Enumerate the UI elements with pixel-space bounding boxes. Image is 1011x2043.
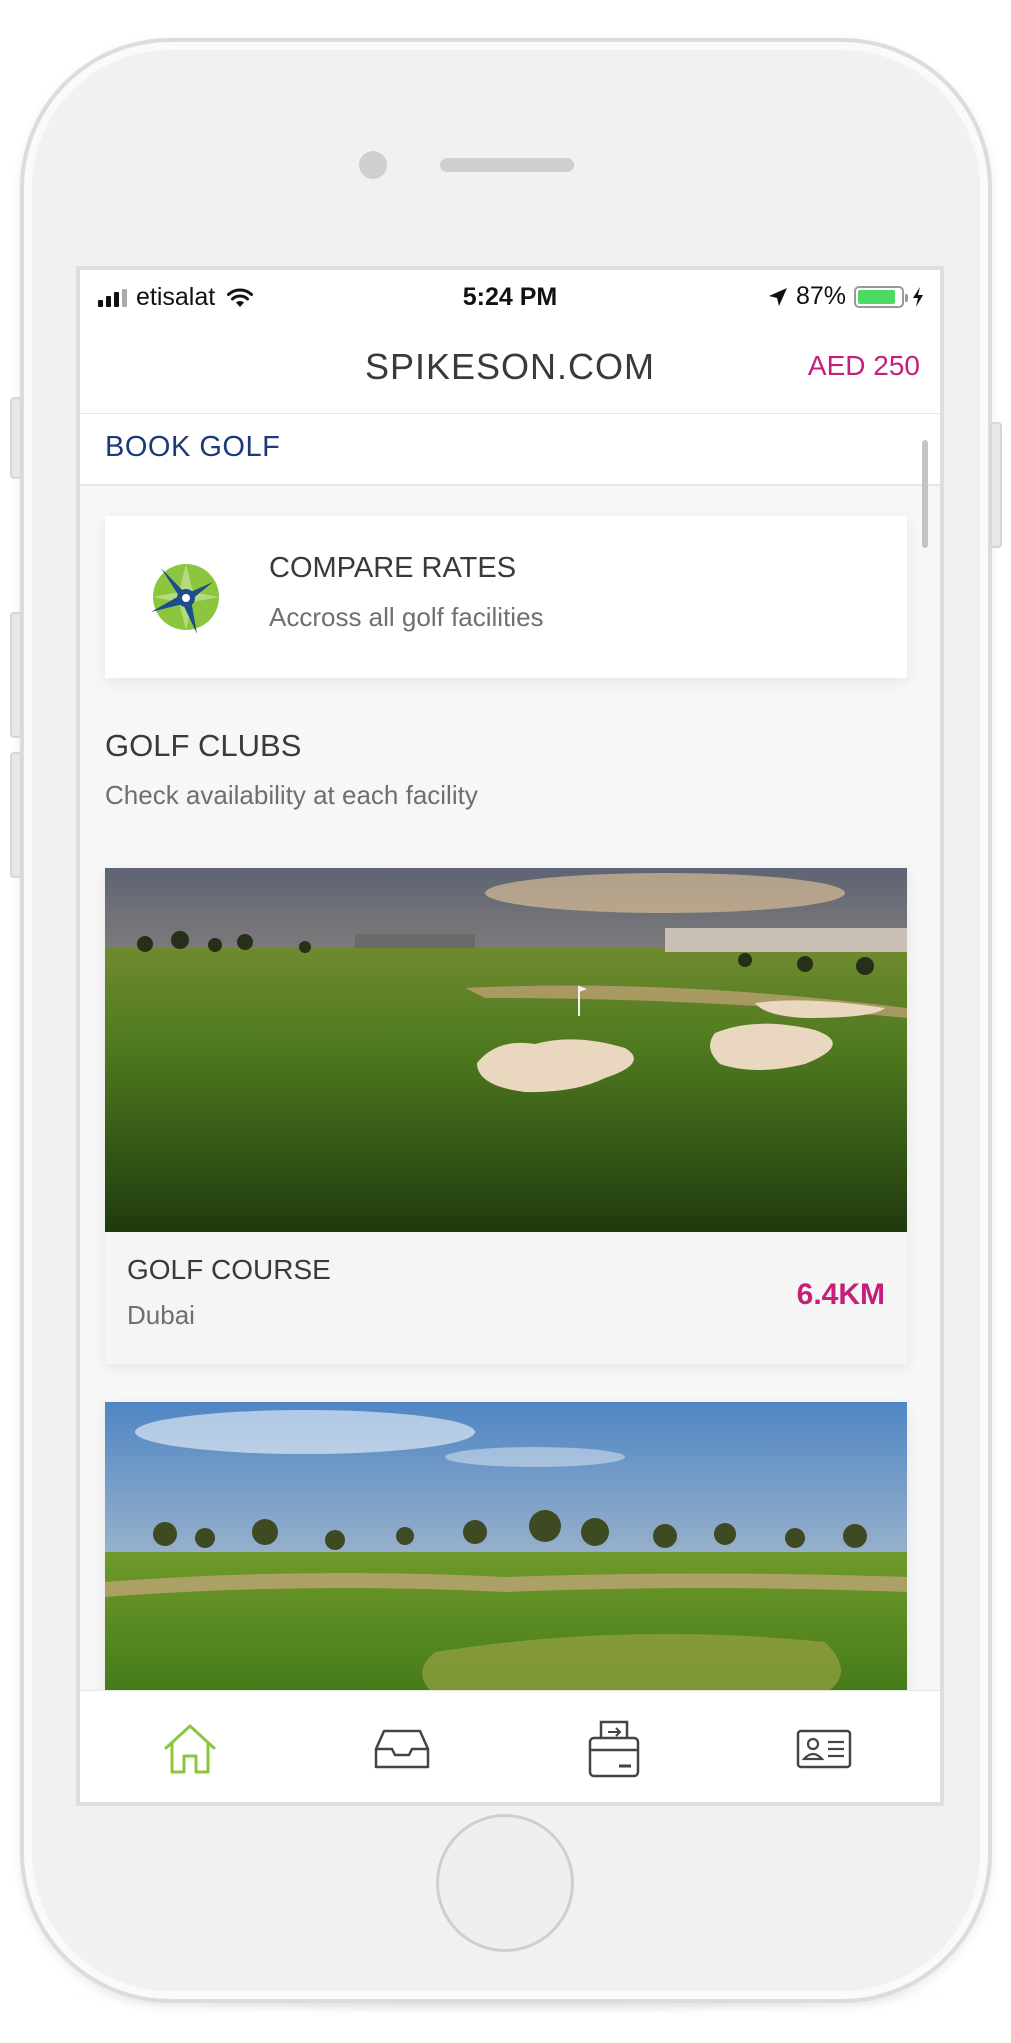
id-card-icon <box>796 1729 852 1769</box>
nav-bar: SPIKESON.COM AED 250 <box>80 320 940 414</box>
battery-nub <box>905 293 908 302</box>
home-icon <box>164 1724 216 1774</box>
charging-icon <box>913 286 923 307</box>
battery-percent: 87% <box>795 282 846 310</box>
golf-clubs-subtitle: Check availability at each facility <box>105 780 478 810</box>
compare-rates-title: COMPARE RATES <box>269 552 517 584</box>
volume-up-button <box>10 612 22 738</box>
battery-level <box>858 289 895 304</box>
home-button[interactable] <box>436 1814 574 1952</box>
front-camera <box>359 151 387 179</box>
mute-switch <box>10 397 22 479</box>
golf-course-photo <box>105 868 907 1232</box>
facility-card[interactable] <box>105 1402 907 1702</box>
compare-rates-card[interactable]: COMPARE RATES Accross all golf facilitie… <box>105 516 907 678</box>
golf-course-photo <box>105 1402 907 1702</box>
wallet-balance[interactable]: AED 250 <box>808 350 920 382</box>
tab-bar <box>80 1690 940 1802</box>
facility-card[interactable]: GOLF COURSE Dubai 6.4KM <box>105 868 907 1364</box>
power-button <box>990 422 1002 548</box>
tab-home[interactable] <box>158 1719 222 1779</box>
tab-wallet[interactable] <box>582 1719 646 1779</box>
facility-name: GOLF COURSE <box>127 1254 331 1285</box>
status-right: 87% <box>768 282 924 311</box>
book-golf-header: BOOK GOLF <box>80 414 940 486</box>
tab-profile[interactable] <box>792 1719 856 1779</box>
scrollbar[interactable] <box>922 440 928 548</box>
earpiece-speaker <box>440 158 574 172</box>
spikeson-logo-icon <box>151 564 219 634</box>
compare-rates-subtitle: Accross all golf facilities <box>269 602 544 632</box>
book-golf-label: BOOK GOLF <box>105 431 281 463</box>
tab-inbox[interactable] <box>370 1719 434 1779</box>
status-bar: etisalat 5:24 PM 87% <box>80 270 940 320</box>
wallet-icon <box>588 1720 640 1778</box>
golf-clubs-title: GOLF CLUBS <box>105 728 302 763</box>
facility-distance: 6.4KM <box>796 1278 885 1311</box>
facility-city: Dubai <box>127 1300 195 1330</box>
inbox-icon <box>374 1729 430 1769</box>
app-screen: etisalat 5:24 PM 87% SPIKESON.COM AED 25… <box>76 266 944 1806</box>
location-arrow-icon <box>768 287 787 306</box>
battery-icon <box>854 285 908 308</box>
volume-down-button <box>10 752 22 878</box>
